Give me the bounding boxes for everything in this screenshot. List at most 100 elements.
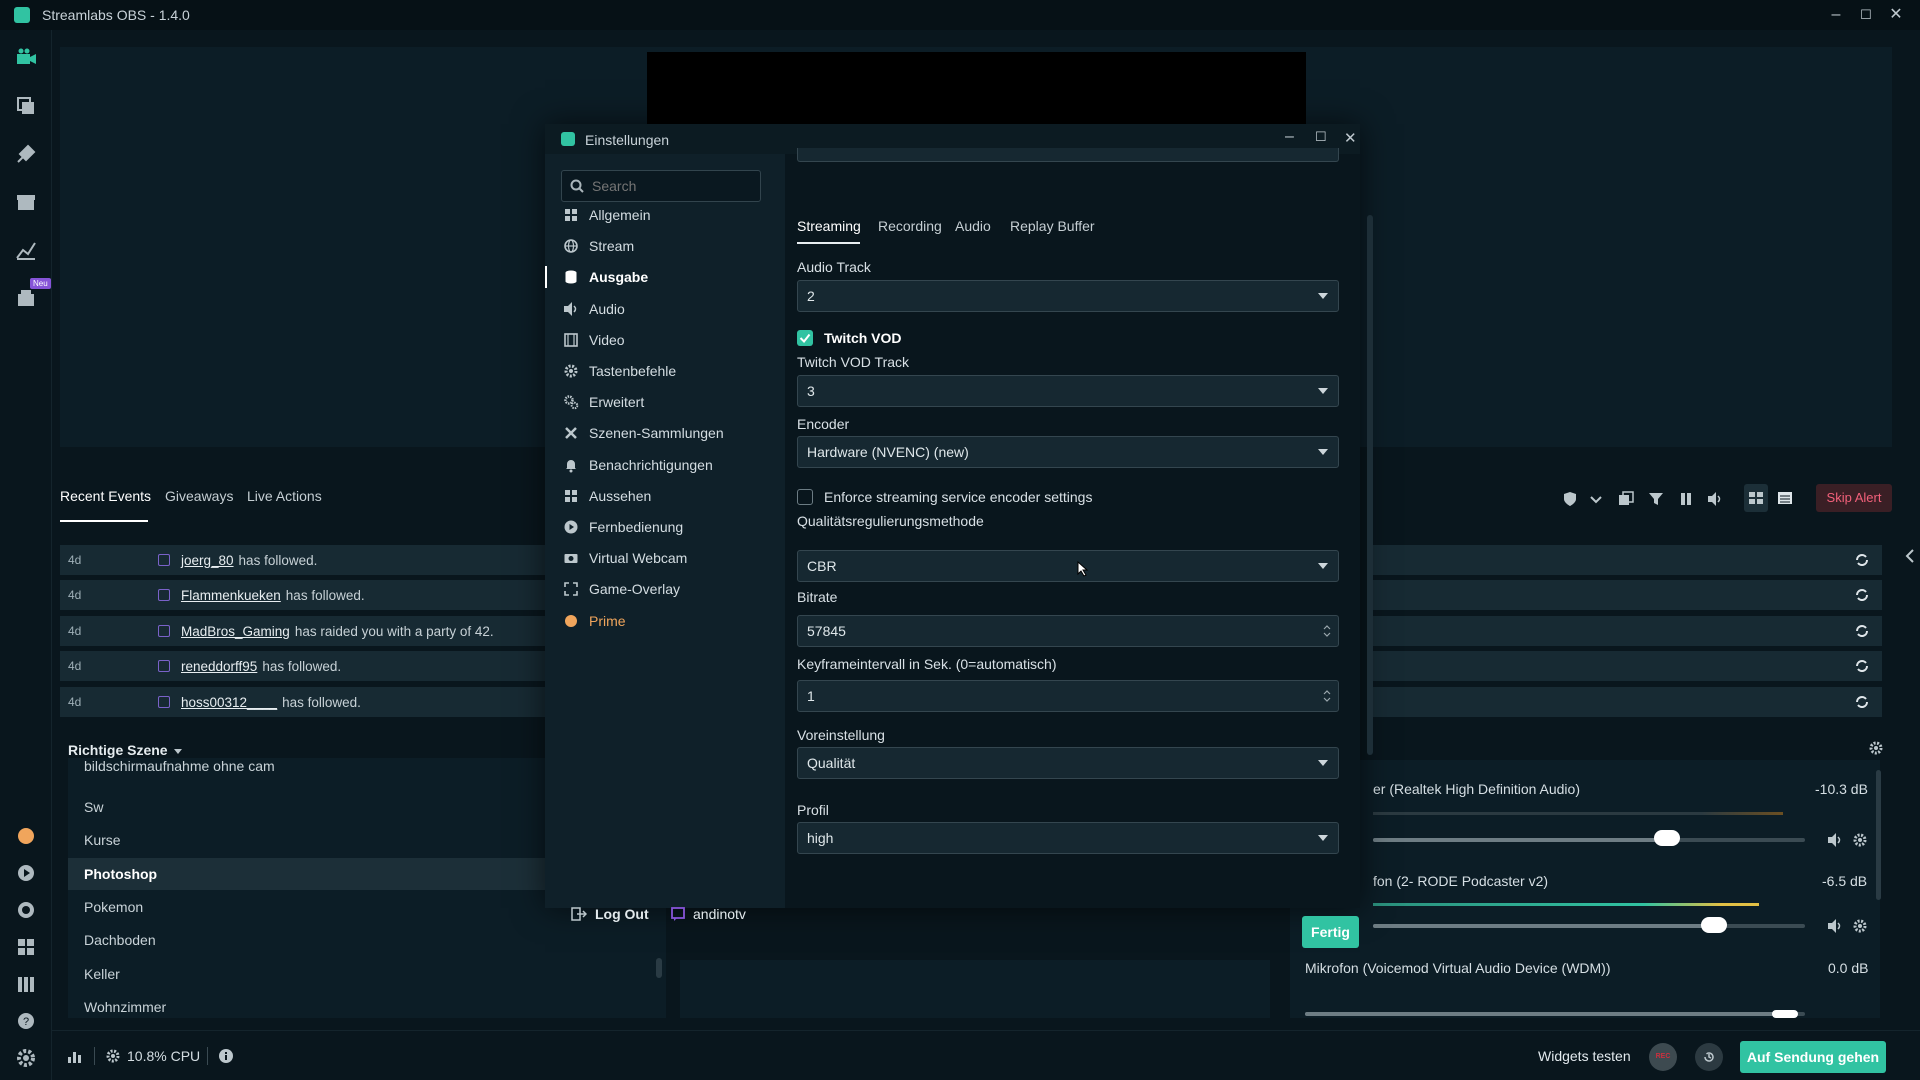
- close-icon[interactable]: ✕: [1886, 5, 1906, 25]
- scene-item[interactable]: bildschirmaufnahme ohne cam: [68, 758, 548, 782]
- skip-alert-button[interactable]: Skip Alert: [1816, 484, 1892, 512]
- sidebar-item-aussehen[interactable]: Aussehen: [563, 485, 651, 507]
- profile-select[interactable]: high: [797, 822, 1339, 854]
- library-icon[interactable]: [14, 972, 38, 996]
- repeat-alert-icon[interactable]: [1854, 552, 1870, 568]
- sidebar-item-fernbedienung[interactable]: Fernbedienung: [563, 516, 683, 538]
- copy-icon[interactable]: [1618, 491, 1634, 507]
- preview-canvas[interactable]: [647, 52, 1306, 127]
- prime-icon[interactable]: [14, 824, 38, 848]
- sidebar-item-erweitert[interactable]: Erweitert: [563, 391, 644, 413]
- replay-buffer-button[interactable]: [1695, 1043, 1723, 1071]
- event-user-link[interactable]: reneddorff95: [181, 659, 257, 674]
- keyframe-input[interactable]: 1: [797, 680, 1339, 712]
- mute-speaker-icon[interactable]: [1827, 832, 1843, 848]
- mixer-settings-gear-icon[interactable]: [1868, 740, 1884, 756]
- editor-camera-icon[interactable]: [14, 46, 38, 70]
- event-user-link[interactable]: hoss00312____: [181, 695, 277, 710]
- tab-streaming[interactable]: Streaming: [797, 218, 861, 234]
- sidebar-item-benachrichtigungen[interactable]: Benachrichtigungen: [563, 454, 713, 476]
- tab-recent-events[interactable]: Recent Events: [60, 488, 151, 504]
- scene-scrollbar[interactable]: [656, 958, 662, 978]
- volume-icon[interactable]: [1707, 491, 1723, 507]
- mixer-scrollbar[interactable]: [1876, 770, 1881, 900]
- layers-icon[interactable]: [14, 94, 38, 118]
- sidebar-item-prime[interactable]: Prime: [563, 610, 626, 632]
- scene-item[interactable]: Kurse: [68, 824, 548, 856]
- search-input[interactable]: [592, 177, 752, 195]
- chevron-down-icon[interactable]: [1589, 491, 1603, 507]
- channel-settings-gear-icon[interactable]: [1852, 918, 1868, 934]
- repeat-alert-icon[interactable]: [1854, 658, 1870, 674]
- event-user-link[interactable]: joerg_80: [181, 553, 234, 568]
- twitch-vod-checkbox[interactable]: [797, 330, 813, 346]
- widgets-test-button[interactable]: Widgets testen: [1538, 1048, 1631, 1064]
- sidebar-item-szenen-sammlungen[interactable]: Szenen-Sammlungen: [563, 422, 724, 444]
- scene-collection-title[interactable]: Richtige Szene: [68, 742, 168, 758]
- tab-giveaways[interactable]: Giveaways: [165, 488, 233, 504]
- sidebar-item-allgemein[interactable]: Allgemein: [563, 204, 650, 226]
- mixer-volume-slider[interactable]: [1305, 1012, 1805, 1016]
- scene-item[interactable]: Sw: [68, 791, 548, 823]
- rate-control-select[interactable]: CBR: [797, 550, 1339, 582]
- go-live-button[interactable]: Auf Sendung gehen: [1740, 1041, 1886, 1073]
- done-button[interactable]: Fertig: [1302, 916, 1359, 948]
- chat-icon[interactable]: [14, 898, 38, 922]
- twitch-vod-track-select[interactable]: 3: [797, 375, 1339, 407]
- sidebar-item-tastenbefehle[interactable]: Tastenbefehle: [563, 360, 676, 382]
- spinner-arrows-icon[interactable]: [1322, 621, 1332, 641]
- scene-item[interactable]: Pokemon: [68, 891, 548, 923]
- list-view-icon[interactable]: [1777, 490, 1793, 506]
- filter-icon[interactable]: [1648, 491, 1664, 507]
- collapse-left-icon[interactable]: [1904, 548, 1916, 564]
- sidebar-item-stream[interactable]: Stream: [563, 235, 634, 257]
- minimize-icon[interactable]: –: [1285, 128, 1294, 146]
- repeat-alert-icon[interactable]: [1854, 623, 1870, 639]
- mixer-volume-slider[interactable]: [1373, 838, 1805, 842]
- enforce-encoder-checkbox[interactable]: [797, 489, 813, 505]
- scene-item[interactable]: Keller: [68, 958, 548, 990]
- repeat-alert-icon[interactable]: [1854, 587, 1870, 603]
- layout-grid-icon[interactable]: [14, 935, 38, 959]
- view-toggle-compact[interactable]: [1744, 484, 1768, 512]
- info-icon[interactable]: [218, 1048, 234, 1064]
- sidebar-item-game-overlay[interactable]: Game-Overlay: [563, 578, 680, 600]
- maximize-icon[interactable]: ☐: [1856, 5, 1876, 25]
- analytics-icon[interactable]: [14, 238, 38, 262]
- settings-search[interactable]: [561, 170, 761, 202]
- close-icon[interactable]: ✕: [1344, 129, 1357, 147]
- sidebar-item-audio[interactable]: Audio: [563, 298, 625, 320]
- scene-item[interactable]: Dachboden: [68, 924, 548, 956]
- store-icon[interactable]: [14, 190, 38, 214]
- channel-settings-gear-icon[interactable]: [1852, 832, 1868, 848]
- encoder-select[interactable]: Hardware (NVENC) (new): [797, 436, 1339, 468]
- stats-bars-icon[interactable]: [67, 1048, 83, 1064]
- tab-replay-buffer[interactable]: Replay Buffer: [1010, 218, 1095, 234]
- chevron-down-icon[interactable]: [173, 746, 183, 756]
- preset-select[interactable]: Qualität: [797, 747, 1339, 779]
- maximize-icon[interactable]: ☐: [1315, 129, 1327, 145]
- scene-item-active[interactable]: Photoshop: [68, 858, 548, 890]
- mixer-volume-slider[interactable]: [1373, 924, 1805, 928]
- event-user-link[interactable]: MadBros_Gaming: [181, 624, 290, 639]
- tab-recording[interactable]: Recording: [878, 218, 942, 234]
- slider-handle[interactable]: [1701, 917, 1728, 933]
- settings-gear-icon[interactable]: [14, 1046, 38, 1070]
- minimize-icon[interactable]: –: [1826, 5, 1846, 25]
- shield-icon[interactable]: [1562, 491, 1578, 507]
- settings-scrollbar[interactable]: [1367, 215, 1373, 755]
- sidebar-item-virtual-webcam[interactable]: Virtual Webcam: [563, 547, 687, 569]
- sidebar-item-ausgabe[interactable]: Ausgabe: [563, 266, 648, 288]
- media-play-icon[interactable]: [14, 861, 38, 885]
- help-icon[interactable]: ?: [14, 1009, 38, 1033]
- logout-button[interactable]: Log Out: [571, 906, 649, 922]
- slider-handle[interactable]: [1772, 1010, 1798, 1018]
- scene-item[interactable]: Wohnzimmer: [68, 991, 548, 1017]
- slider-handle[interactable]: [1653, 830, 1680, 846]
- tab-live-actions[interactable]: Live Actions: [247, 488, 322, 504]
- themes-brush-icon[interactable]: [14, 142, 38, 166]
- record-button[interactable]: REC: [1649, 1043, 1677, 1071]
- repeat-alert-icon[interactable]: [1854, 694, 1870, 710]
- sidebar-item-video[interactable]: Video: [563, 329, 625, 351]
- event-user-link[interactable]: Flammenkueken: [181, 588, 281, 603]
